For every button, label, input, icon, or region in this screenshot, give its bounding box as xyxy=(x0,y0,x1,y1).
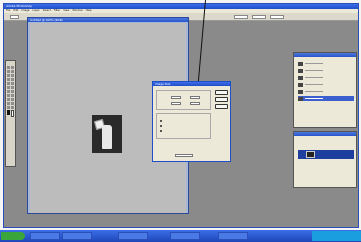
pen-tool-icon[interactable] xyxy=(7,98,10,101)
dialog-title: Image Size xyxy=(155,82,171,86)
layer-thumbnail xyxy=(298,96,303,101)
magic-wand-tool-icon[interactable] xyxy=(11,70,14,73)
pixel-dimensions-group xyxy=(156,90,211,110)
taskbar-item[interactable] xyxy=(118,232,148,240)
layer-thumbnail xyxy=(298,89,303,94)
layer-row[interactable] xyxy=(298,68,354,73)
layer-row[interactable] xyxy=(298,82,354,87)
image-size-dialog: Image Size xyxy=(152,81,231,162)
channels-palette-title-bar[interactable] xyxy=(294,132,356,136)
clone-stamp-tool-icon[interactable] xyxy=(7,82,10,85)
eyedropper-tool-icon[interactable] xyxy=(11,102,14,105)
blur-tool-icon[interactable] xyxy=(7,90,10,93)
app-title: Adobe Photoshop xyxy=(6,4,33,8)
document-title-bar[interactable]: Untitled @ 100% (RGB) xyxy=(28,18,188,22)
taskbar xyxy=(0,230,361,242)
cancel-button[interactable] xyxy=(215,97,228,102)
scale-styles-checkbox[interactable] xyxy=(160,120,162,122)
start-button[interactable] xyxy=(1,232,25,240)
width-pixels-input[interactable] xyxy=(171,96,181,99)
document-title: Untitled @ 100% (RGB) xyxy=(30,18,63,22)
tool-preset-picker[interactable] xyxy=(10,15,19,19)
taskbar-item[interactable] xyxy=(218,232,248,240)
path-selection-tool-icon[interactable] xyxy=(7,94,10,97)
layer-thumbnail xyxy=(298,75,303,80)
tools-palette xyxy=(5,60,16,167)
options-field-3[interactable] xyxy=(270,15,284,19)
layer-row[interactable] xyxy=(298,89,354,94)
type-tool-icon[interactable] xyxy=(11,94,14,97)
options-field-2[interactable] xyxy=(252,15,266,19)
height-pixels-unit-select[interactable] xyxy=(190,102,200,105)
photo-image xyxy=(92,115,122,153)
layer-row[interactable] xyxy=(298,61,354,66)
auto-button[interactable] xyxy=(215,104,228,109)
constrain-proportions-checkbox[interactable] xyxy=(160,125,162,127)
dialog-title-bar[interactable]: Image Size xyxy=(153,82,230,86)
healing-brush-tool-icon[interactable] xyxy=(7,78,10,81)
resample-image-checkbox[interactable] xyxy=(160,130,162,132)
crop-tool-icon[interactable] xyxy=(7,74,10,77)
channel-thumbnail xyxy=(306,151,315,158)
document-size-group xyxy=(156,113,211,139)
layer-row[interactable] xyxy=(298,75,354,80)
lasso-tool-icon[interactable] xyxy=(7,70,10,73)
notes-tool-icon[interactable] xyxy=(7,102,10,105)
system-tray xyxy=(312,231,361,241)
move-tool-icon[interactable] xyxy=(11,66,14,69)
layer-row-selected[interactable] xyxy=(298,96,354,101)
layer-thumbnail xyxy=(298,82,303,87)
brush-tool-icon[interactable] xyxy=(11,78,14,81)
channels-palette xyxy=(293,131,357,188)
foreground-color-swatch[interactable] xyxy=(7,110,10,115)
taskbar-item[interactable] xyxy=(30,232,60,240)
eraser-tool-icon[interactable] xyxy=(7,86,10,89)
dodge-tool-icon[interactable] xyxy=(11,90,14,93)
resample-method-select[interactable] xyxy=(175,154,193,157)
photo-figure xyxy=(102,125,112,149)
ok-button[interactable] xyxy=(215,90,228,95)
options-field-1[interactable] xyxy=(234,15,248,19)
shape-tool-icon[interactable] xyxy=(11,98,14,101)
hand-tool-icon[interactable] xyxy=(7,106,10,109)
layer-thumbnail xyxy=(298,61,303,66)
marquee-tool-icon[interactable] xyxy=(7,66,10,69)
background-color-swatch[interactable] xyxy=(11,110,14,117)
slice-tool-icon[interactable] xyxy=(11,74,14,77)
layers-palette-title-bar[interactable] xyxy=(294,53,356,57)
layer-thumbnail xyxy=(298,68,303,73)
zoom-tool-icon[interactable] xyxy=(11,106,14,109)
taskbar-item[interactable] xyxy=(170,232,200,240)
width-pixels-unit-select[interactable] xyxy=(190,96,200,99)
history-brush-tool-icon[interactable] xyxy=(11,82,14,85)
layers-palette xyxy=(293,52,357,128)
gradient-tool-icon[interactable] xyxy=(11,86,14,89)
taskbar-item[interactable] xyxy=(62,232,92,240)
channel-row-selected[interactable] xyxy=(298,150,354,159)
height-pixels-input[interactable] xyxy=(171,102,181,105)
